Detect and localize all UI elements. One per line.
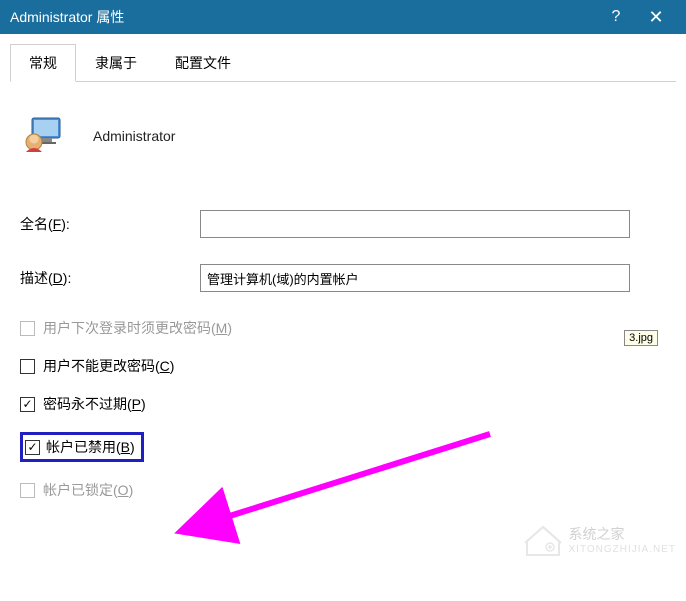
check-account-disabled[interactable]: ✓ 帐户已禁用(B) [20,432,666,462]
fullname-row: 全名(F): [20,210,666,238]
user-display-name: Administrator [93,128,175,144]
watermark-text: 系统之家 XITONGZHIJIA.NET [569,524,677,555]
close-button[interactable]: ✕ [636,0,676,34]
checkbox-icon [20,483,35,498]
help-button[interactable]: ? [596,0,636,34]
watermark: 系统之家 XITONGZHIJIA.NET [523,524,677,555]
house-icon [523,525,563,555]
check-account-locked-label: 帐户已锁定(O) [43,480,133,500]
user-header-row: Administrator [20,112,666,160]
titlebar: Administrator 属性 ? ✕ [0,0,686,34]
window-body: 常规 隶属于 配置文件 Administrator 全名(F): [0,34,686,567]
check-account-locked: 帐户已锁定(O) [20,480,666,500]
checkbox-icon: ✓ [20,397,35,412]
highlight-box: ✓ 帐户已禁用(B) [20,432,144,462]
tab-memberof[interactable]: 隶属于 [76,44,156,81]
check-must-change: 用户下次登录时须更改密码(M) [20,318,666,338]
check-account-disabled-label: 帐户已禁用(B) [46,437,135,457]
checkbox-icon [20,359,35,374]
description-row: 描述(D): [20,264,666,292]
window-title: Administrator 属性 [10,7,596,27]
tab-profile[interactable]: 配置文件 [156,44,250,81]
checkbox-icon [20,321,35,336]
description-label: 描述(D): [20,268,180,288]
checkbox-group: 用户下次登录时须更改密码(M) 用户不能更改密码(C) ✓ 密码永不过期(P) … [20,318,666,500]
description-input[interactable] [200,264,630,292]
checkbox-icon: ✓ [25,440,40,455]
tabstrip: 常规 隶属于 配置文件 [10,44,676,82]
tab-general[interactable]: 常规 [10,44,76,82]
check-never-expire-label: 密码永不过期(P) [43,394,146,414]
fullname-input[interactable] [200,210,630,238]
check-cannot-change-label: 用户不能更改密码(C) [43,356,174,376]
check-must-change-label: 用户下次登录时须更改密码(M) [43,318,232,338]
check-never-expire[interactable]: ✓ 密码永不过期(P) [20,394,666,414]
fullname-label: 全名(F): [20,214,180,234]
tab-panel-general: Administrator 全名(F): 描述(D): 用户下次登录时须更改密码… [10,82,676,528]
image-tooltip: 3.jpg [624,330,658,346]
check-cannot-change[interactable]: 用户不能更改密码(C) [20,356,666,376]
user-monitor-icon [20,112,68,160]
